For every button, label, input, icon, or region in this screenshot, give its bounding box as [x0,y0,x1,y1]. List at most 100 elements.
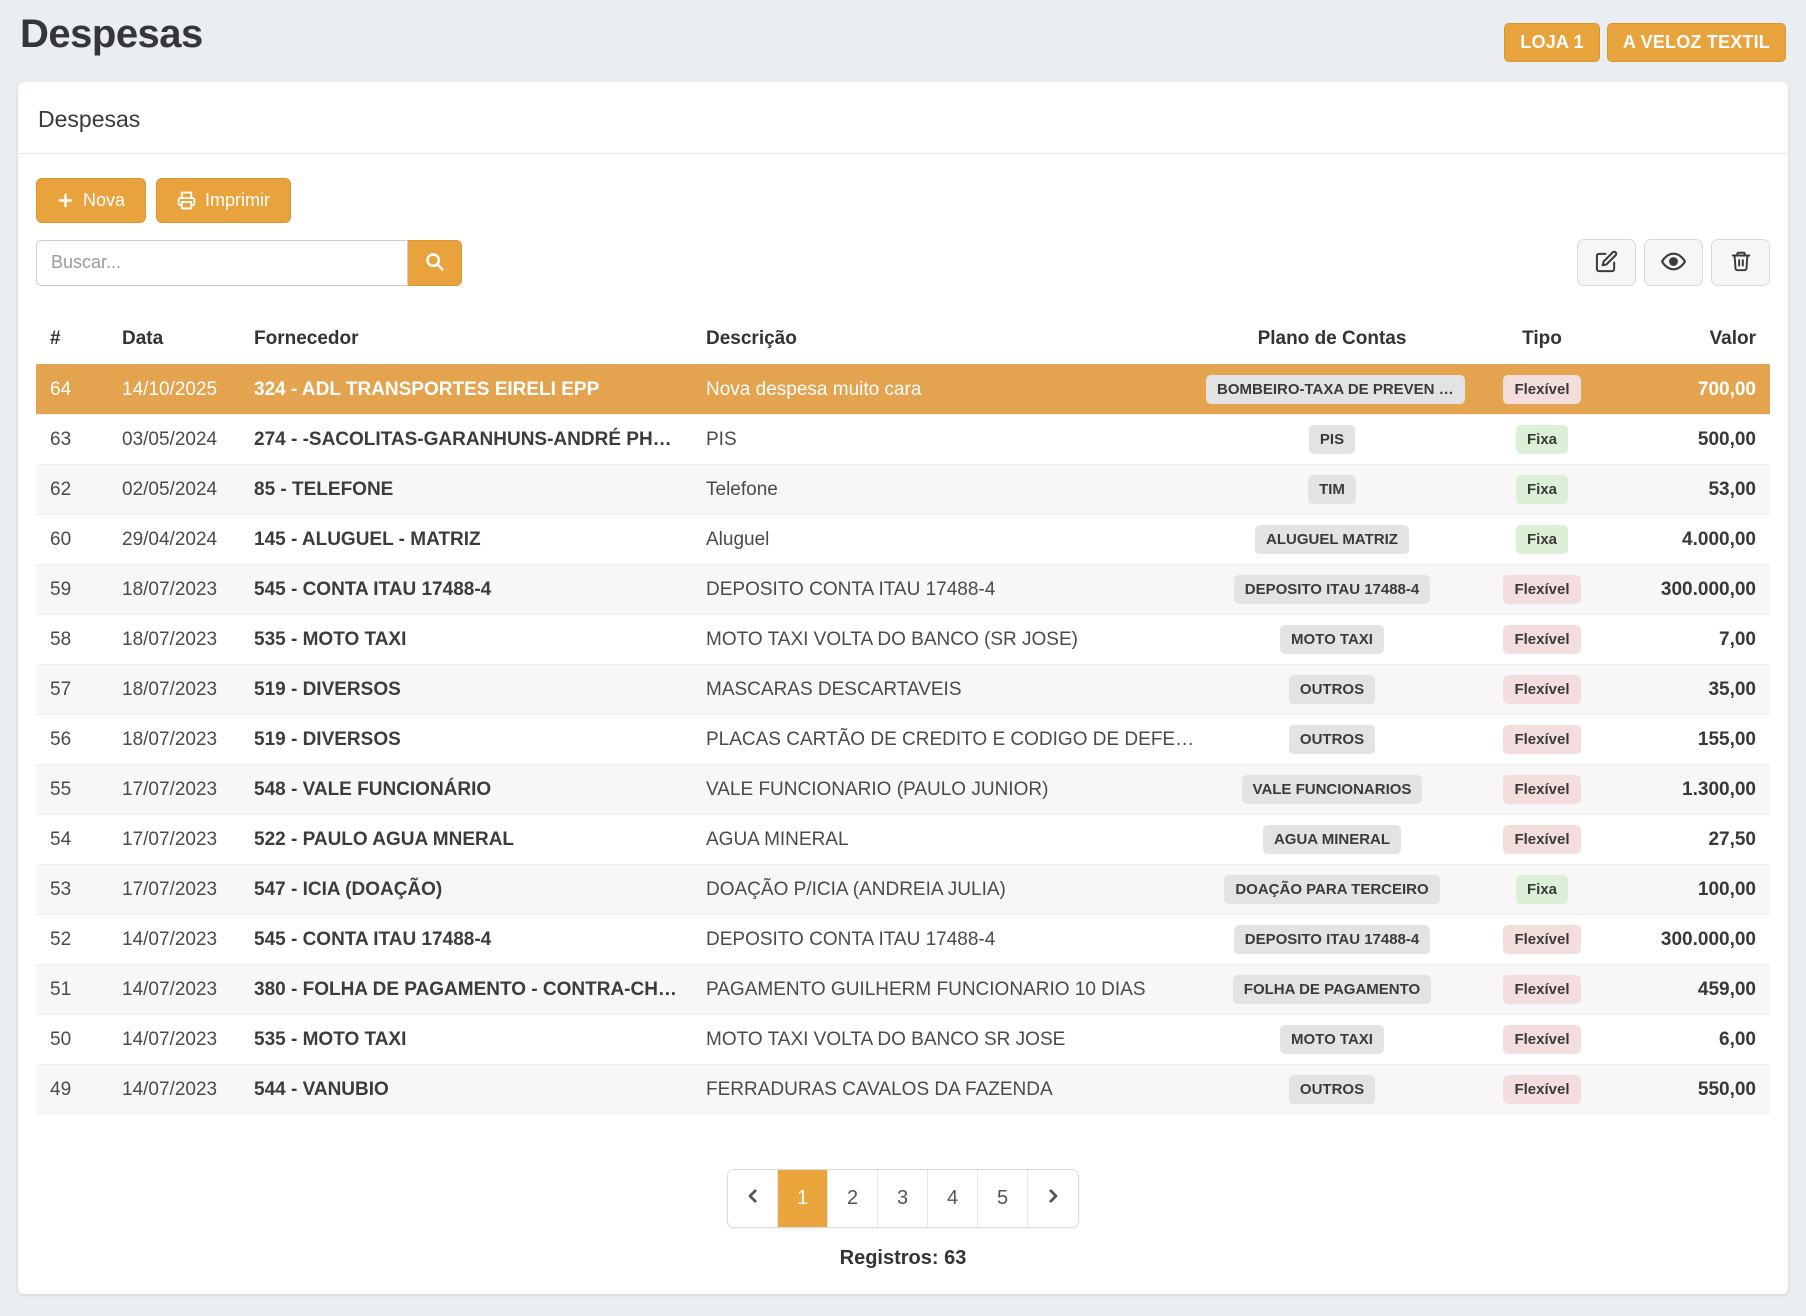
type-badge: Flexível [1503,1025,1580,1054]
row-supplier: 85 - TELEFONE [240,465,692,515]
row-plan: MOTO TAXI [1192,1015,1472,1065]
row-supplier: 548 - VALE FUNCIONÁRIO [240,765,692,815]
row-type: Fixa [1472,465,1612,515]
column-header: Descrição [692,328,1192,365]
table-row[interactable]: 5718/07/2023519 - DIVERSOSMASCARAS DESCA… [36,665,1770,715]
table-row[interactable]: 5214/07/2023545 - CONTA ITAU 17488-4DEPO… [36,915,1770,965]
row-type: Flexível [1472,665,1612,715]
table-row[interactable]: 5918/07/2023545 - CONTA ITAU 17488-4DEPO… [36,565,1770,615]
row-plan: DEPOSITO ITAU 17488-4 [1192,915,1472,965]
row-value: 300.000,00 [1612,565,1770,615]
type-badge: Flexível [1503,975,1580,1004]
row-supplier: 519 - DIVERSOS [240,715,692,765]
row-date: 14/07/2023 [108,915,240,965]
row-date: 02/05/2024 [108,465,240,515]
pagination-page-3[interactable]: 3 [878,1170,928,1227]
row-supplier: 547 - ICIA (DOAÇÃO) [240,865,692,915]
row-plan: BOMBEIRO-TAXA DE PREVEN … [1192,365,1472,415]
new-expense-button[interactable]: Nova [36,178,146,223]
row-date: 18/07/2023 [108,665,240,715]
expenses-table: #DataFornecedorDescriçãoPlano de ContasT… [36,328,1770,1115]
table-row[interactable]: 5417/07/2023522 - PAULO AGUA MNERALAGUA … [36,815,1770,865]
row-description: DEPOSITO CONTA ITAU 17488-4 [692,915,1192,965]
view-button[interactable] [1644,239,1703,286]
company-button[interactable]: A VELOZ TEXTIL [1607,23,1786,62]
type-badge: Flexível [1503,725,1580,754]
records-count: Registros: 63 [18,1247,1788,1270]
pagination-page-1[interactable]: 1 [778,1170,828,1227]
edit-icon [1595,250,1618,276]
plan-badge: DOAÇÃO PARA TERCEIRO [1224,875,1439,904]
type-badge: Flexível [1503,925,1580,954]
row-plan: VALE FUNCIONARIOS [1192,765,1472,815]
type-badge: Fixa [1516,475,1568,504]
row-type: Flexível [1472,815,1612,865]
row-description: PLACAS CARTÃO DE CREDITO E CODIGO DE DEF… [692,715,1192,765]
table-row[interactable]: 6303/05/2024274 - -SACOLITAS-GARANHUNS-A… [36,415,1770,465]
plan-badge: ALUGUEL MATRIZ [1255,525,1409,554]
plus-icon [57,192,74,209]
table-row[interactable]: 5818/07/2023535 - MOTO TAXIMOTO TAXI VOL… [36,615,1770,665]
table-row[interactable]: 5618/07/2023519 - DIVERSOSPLACAS CARTÃO … [36,715,1770,765]
row-description: FERRADURAS CAVALOS DA FAZENDA [692,1065,1192,1115]
table-row[interactable]: 6029/04/2024145 - ALUGUEL - MATRIZAlugue… [36,515,1770,565]
row-id: 52 [36,915,108,965]
plan-badge: MOTO TAXI [1280,625,1384,654]
row-plan: PIS [1192,415,1472,465]
plan-badge: DEPOSITO ITAU 17488-4 [1234,575,1431,604]
row-actions [1577,239,1770,286]
print-button[interactable]: Imprimir [156,178,291,223]
edit-button[interactable] [1577,239,1636,286]
row-date: 18/07/2023 [108,615,240,665]
row-value: 155,00 [1612,715,1770,765]
plan-badge: VALE FUNCIONARIOS [1242,775,1423,804]
column-header: Plano de Contas [1192,328,1472,365]
row-description: PAGAMENTO GUILHERM FUNCIONARIO 10 DIAS [692,965,1192,1015]
row-id: 62 [36,465,108,515]
row-description: MOTO TAXI VOLTA DO BANCO (SR JOSE) [692,615,1192,665]
row-value: 100,00 [1612,865,1770,915]
delete-button[interactable] [1711,239,1770,286]
row-description: DOAÇÃO P/ICIA (ANDREIA JULIA) [692,865,1192,915]
row-type: Fixa [1472,415,1612,465]
pagination-next[interactable] [1028,1170,1078,1227]
search-input[interactable] [36,240,408,286]
row-supplier: 522 - PAULO AGUA MNERAL [240,815,692,865]
search-button[interactable] [408,240,462,286]
row-type: Flexível [1472,365,1612,415]
row-plan: MOTO TAXI [1192,615,1472,665]
pagination-page-4[interactable]: 4 [928,1170,978,1227]
table-row[interactable]: 5317/07/2023547 - ICIA (DOAÇÃO)DOAÇÃO P/… [36,865,1770,915]
row-plan: DOAÇÃO PARA TERCEIRO [1192,865,1472,915]
table-row[interactable]: 5517/07/2023548 - VALE FUNCIONÁRIOVALE F… [36,765,1770,815]
row-plan: TIM [1192,465,1472,515]
row-plan: DEPOSITO ITAU 17488-4 [1192,565,1472,615]
row-id: 50 [36,1015,108,1065]
table-row[interactable]: 4914/07/2023544 - VANUBIOFERRADURAS CAVA… [36,1065,1770,1115]
row-type: Flexível [1472,1015,1612,1065]
row-supplier: 545 - CONTA ITAU 17488-4 [240,915,692,965]
pagination-prev[interactable] [728,1170,778,1227]
row-type: Flexível [1472,965,1612,1015]
row-id: 54 [36,815,108,865]
row-supplier: 535 - MOTO TAXI [240,615,692,665]
plan-badge: OUTROS [1289,1075,1375,1104]
row-id: 57 [36,665,108,715]
type-badge: Flexível [1503,1075,1580,1104]
row-supplier: 380 - FOLHA DE PAGAMENTO - CONTRA-CH… [240,965,692,1015]
type-badge: Fixa [1516,875,1568,904]
row-supplier: 274 - -SACOLITAS-GARANHUNS-ANDRÉ PH… [240,415,692,465]
pagination-page-5[interactable]: 5 [978,1170,1028,1227]
row-id: 53 [36,865,108,915]
table-row[interactable]: 5014/07/2023535 - MOTO TAXIMOTO TAXI VOL… [36,1015,1770,1065]
table-row[interactable]: 5114/07/2023380 - FOLHA DE PAGAMENTO - C… [36,965,1770,1015]
row-id: 60 [36,515,108,565]
store-button[interactable]: LOJA 1 [1504,23,1600,62]
table-row[interactable]: 6202/05/202485 - TELEFONETelefoneTIMFixa… [36,465,1770,515]
row-date: 14/10/2025 [108,365,240,415]
table-row[interactable]: 6414/10/2025324 - ADL TRANSPORTES EIRELI… [36,365,1770,415]
print-label: Imprimir [205,190,270,211]
pagination-page-2[interactable]: 2 [828,1170,878,1227]
row-type: Flexível [1472,715,1612,765]
row-date: 17/07/2023 [108,765,240,815]
